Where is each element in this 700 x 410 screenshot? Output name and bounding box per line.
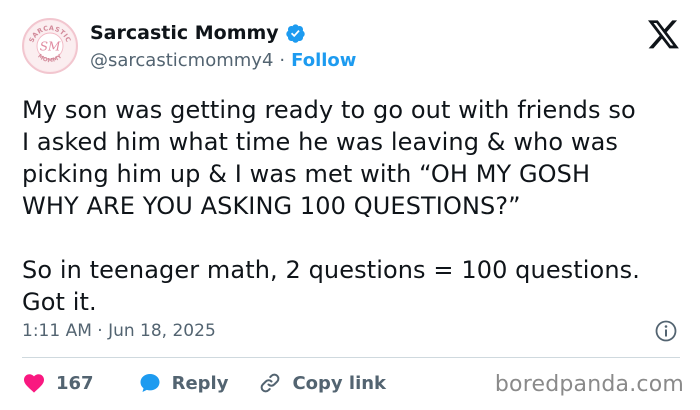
divider [22,357,680,358]
copy-link-button[interactable]: Copy link [258,371,386,395]
like-button[interactable]: 167 [22,371,94,395]
copy-link-label: Copy link [292,372,387,394]
tweet-line: I asked him what time he was leaving & w… [22,128,619,156]
reply-bubble-icon [140,374,160,392]
like-count: 167 [56,372,94,394]
reply-label: Reply [171,372,229,394]
tweet-line: WHY ARE YOU ASKING 100 QUESTIONS?” [22,192,521,220]
link-icon [261,373,280,393]
name-row: Sarcastic Mommy [90,22,306,44]
tweet-line: My son was getting ready to go out with … [22,96,636,124]
tweet-line: picking him up & I was met with “OH MY G… [22,160,591,188]
action-bar: 167 Reply Copy link [22,368,386,398]
user-handle[interactable]: @sarcasticmommy4 [90,50,273,71]
tweet-header: SARCASTIC SM MOMMY Sarcastic Mommy @sarc… [22,14,682,76]
x-logo-icon[interactable] [648,20,680,50]
heart-icon [24,374,44,393]
avatar-initials: SM [40,40,61,54]
tweet-line: Got it. [22,288,97,316]
reply-button[interactable]: Reply [138,371,229,395]
info-icon[interactable] [654,319,678,343]
display-name[interactable]: Sarcastic Mommy [90,22,279,44]
avatar[interactable]: SARCASTIC SM MOMMY [22,18,78,74]
tweet-line: So in teenager math, 2 questions = 100 q… [22,256,640,284]
verified-badge-icon [285,23,306,44]
avatar-logo-icon: SARCASTIC SM MOMMY [24,20,76,72]
separator-dot: · [279,50,286,71]
timestamp[interactable]: 1:11 AM · Jun 18, 2025 [22,321,216,341]
tweet-meta: 1:11 AM · Jun 18, 2025 [22,318,682,344]
follow-button[interactable]: Follow [291,50,356,71]
tweet-body: My son was getting ready to go out with … [22,94,682,318]
watermark: boredpanda.com [494,372,684,397]
handle-row: @sarcasticmommy4 · Follow [90,50,356,71]
